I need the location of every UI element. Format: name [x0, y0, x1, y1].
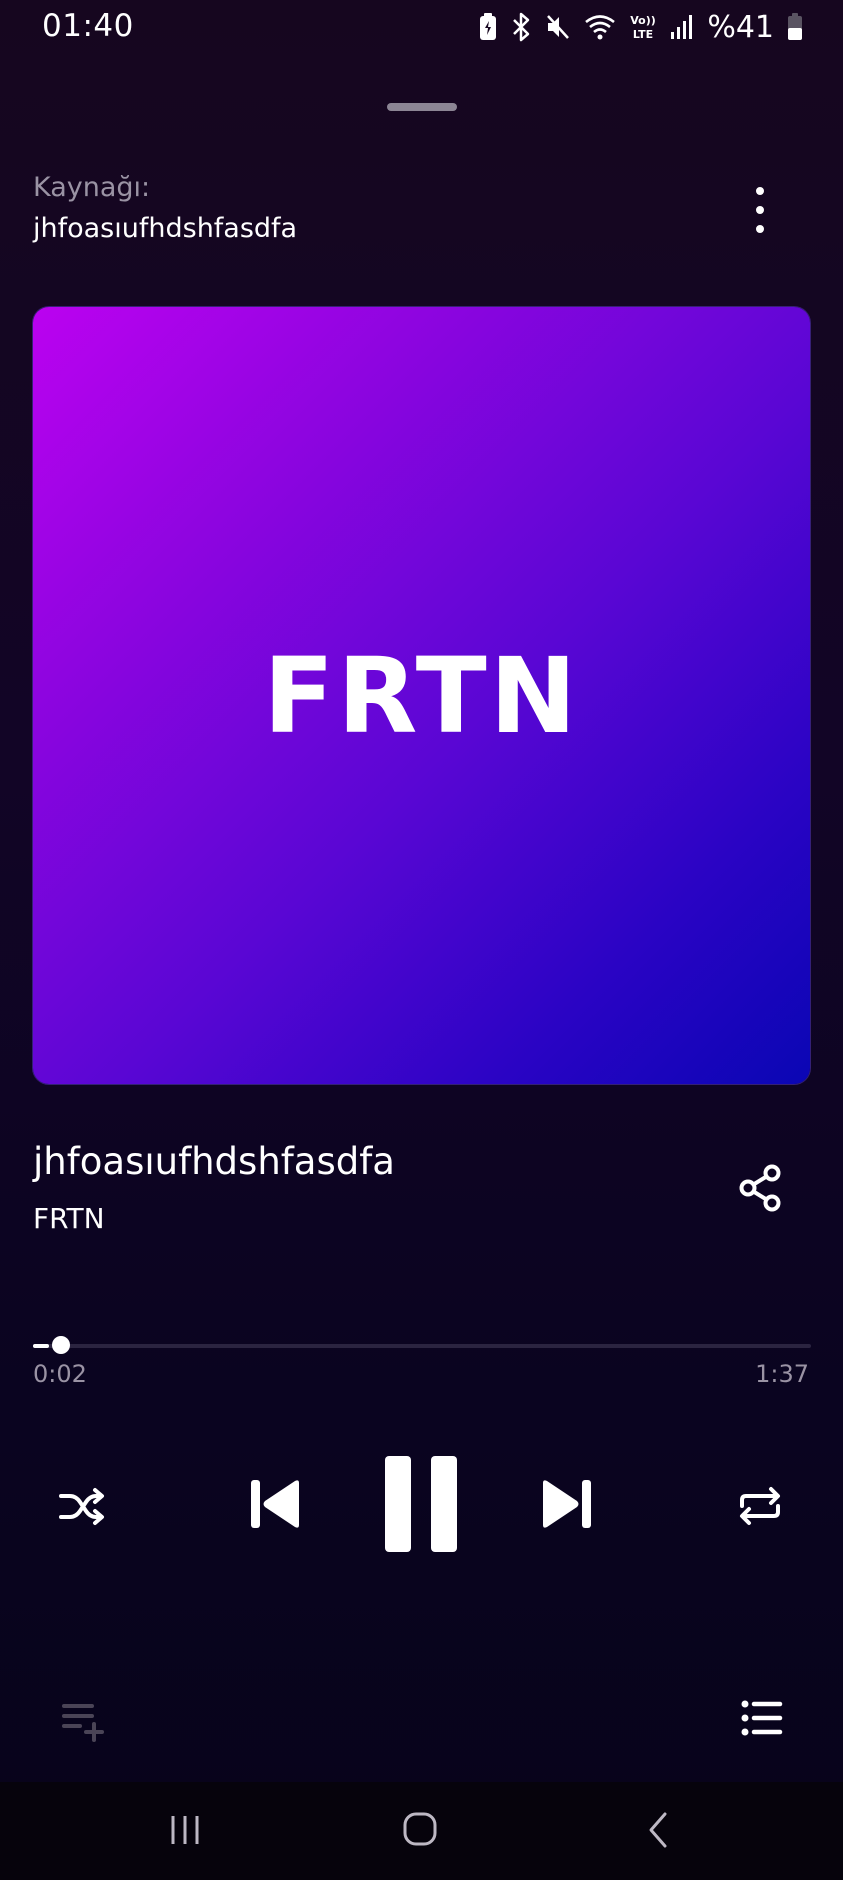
svg-text:Vo)): Vo)): [631, 14, 657, 27]
repeat-button[interactable]: [730, 1476, 790, 1536]
shuffle-icon: [59, 1488, 104, 1525]
home-button[interactable]: [401, 1810, 439, 1848]
repeat-icon: [740, 1487, 780, 1525]
signal-icon: [671, 15, 693, 39]
more-options-button[interactable]: [740, 182, 780, 238]
progress-thumb[interactable]: [52, 1336, 70, 1354]
volte-icon: Vo)) LTE: [631, 14, 657, 41]
status-icons: Vo)) LTE %41: [479, 9, 803, 45]
track-title: jhfoasıufhdshfasdfa: [33, 1140, 395, 1183]
home-icon: [403, 1812, 437, 1846]
time-total: 1:37: [755, 1360, 809, 1388]
next-button[interactable]: [532, 1474, 602, 1534]
mute-icon: [547, 15, 570, 39]
bluetooth-icon: [513, 12, 530, 42]
source-name[interactable]: jhfoasıufhdshfasdfa: [33, 213, 297, 244]
share-button[interactable]: [733, 1160, 789, 1216]
pause-icon: [385, 1456, 457, 1552]
queue-list-icon: [741, 1700, 783, 1736]
more-vert-icon: [756, 187, 764, 195]
share-icon: [739, 1164, 781, 1212]
progress-track[interactable]: [33, 1344, 811, 1348]
time-elapsed: 0:02: [33, 1360, 87, 1388]
battery-percentage: %41: [707, 9, 774, 45]
skip-previous-icon: [251, 1480, 299, 1528]
svg-text:LTE: LTE: [633, 28, 653, 41]
add-to-queue-button[interactable]: [58, 1696, 108, 1746]
album-art: FRTN: [33, 307, 810, 1084]
drag-handle[interactable]: [387, 103, 457, 111]
previous-button[interactable]: [240, 1474, 310, 1534]
battery-saver-icon: [480, 13, 497, 40]
battery-icon: [788, 13, 802, 40]
wifi-icon: [585, 15, 616, 40]
back-icon: [649, 1812, 667, 1848]
queue-button[interactable]: [738, 1696, 786, 1740]
album-art-text: FRTN: [263, 634, 580, 757]
source-label: Kaynağı:: [33, 172, 151, 203]
progress-fill: [33, 1344, 49, 1348]
pause-button[interactable]: [377, 1450, 465, 1558]
skip-next-icon: [543, 1480, 591, 1528]
track-artist[interactable]: FRTN: [33, 1202, 105, 1235]
back-button[interactable]: [644, 1810, 672, 1850]
recent-apps-icon: [171, 1816, 199, 1844]
recent-apps-button[interactable]: [166, 1812, 204, 1848]
playlist-add-icon: [62, 1704, 104, 1742]
status-time: 01:40: [42, 8, 134, 44]
shuffle-button[interactable]: [52, 1476, 112, 1536]
